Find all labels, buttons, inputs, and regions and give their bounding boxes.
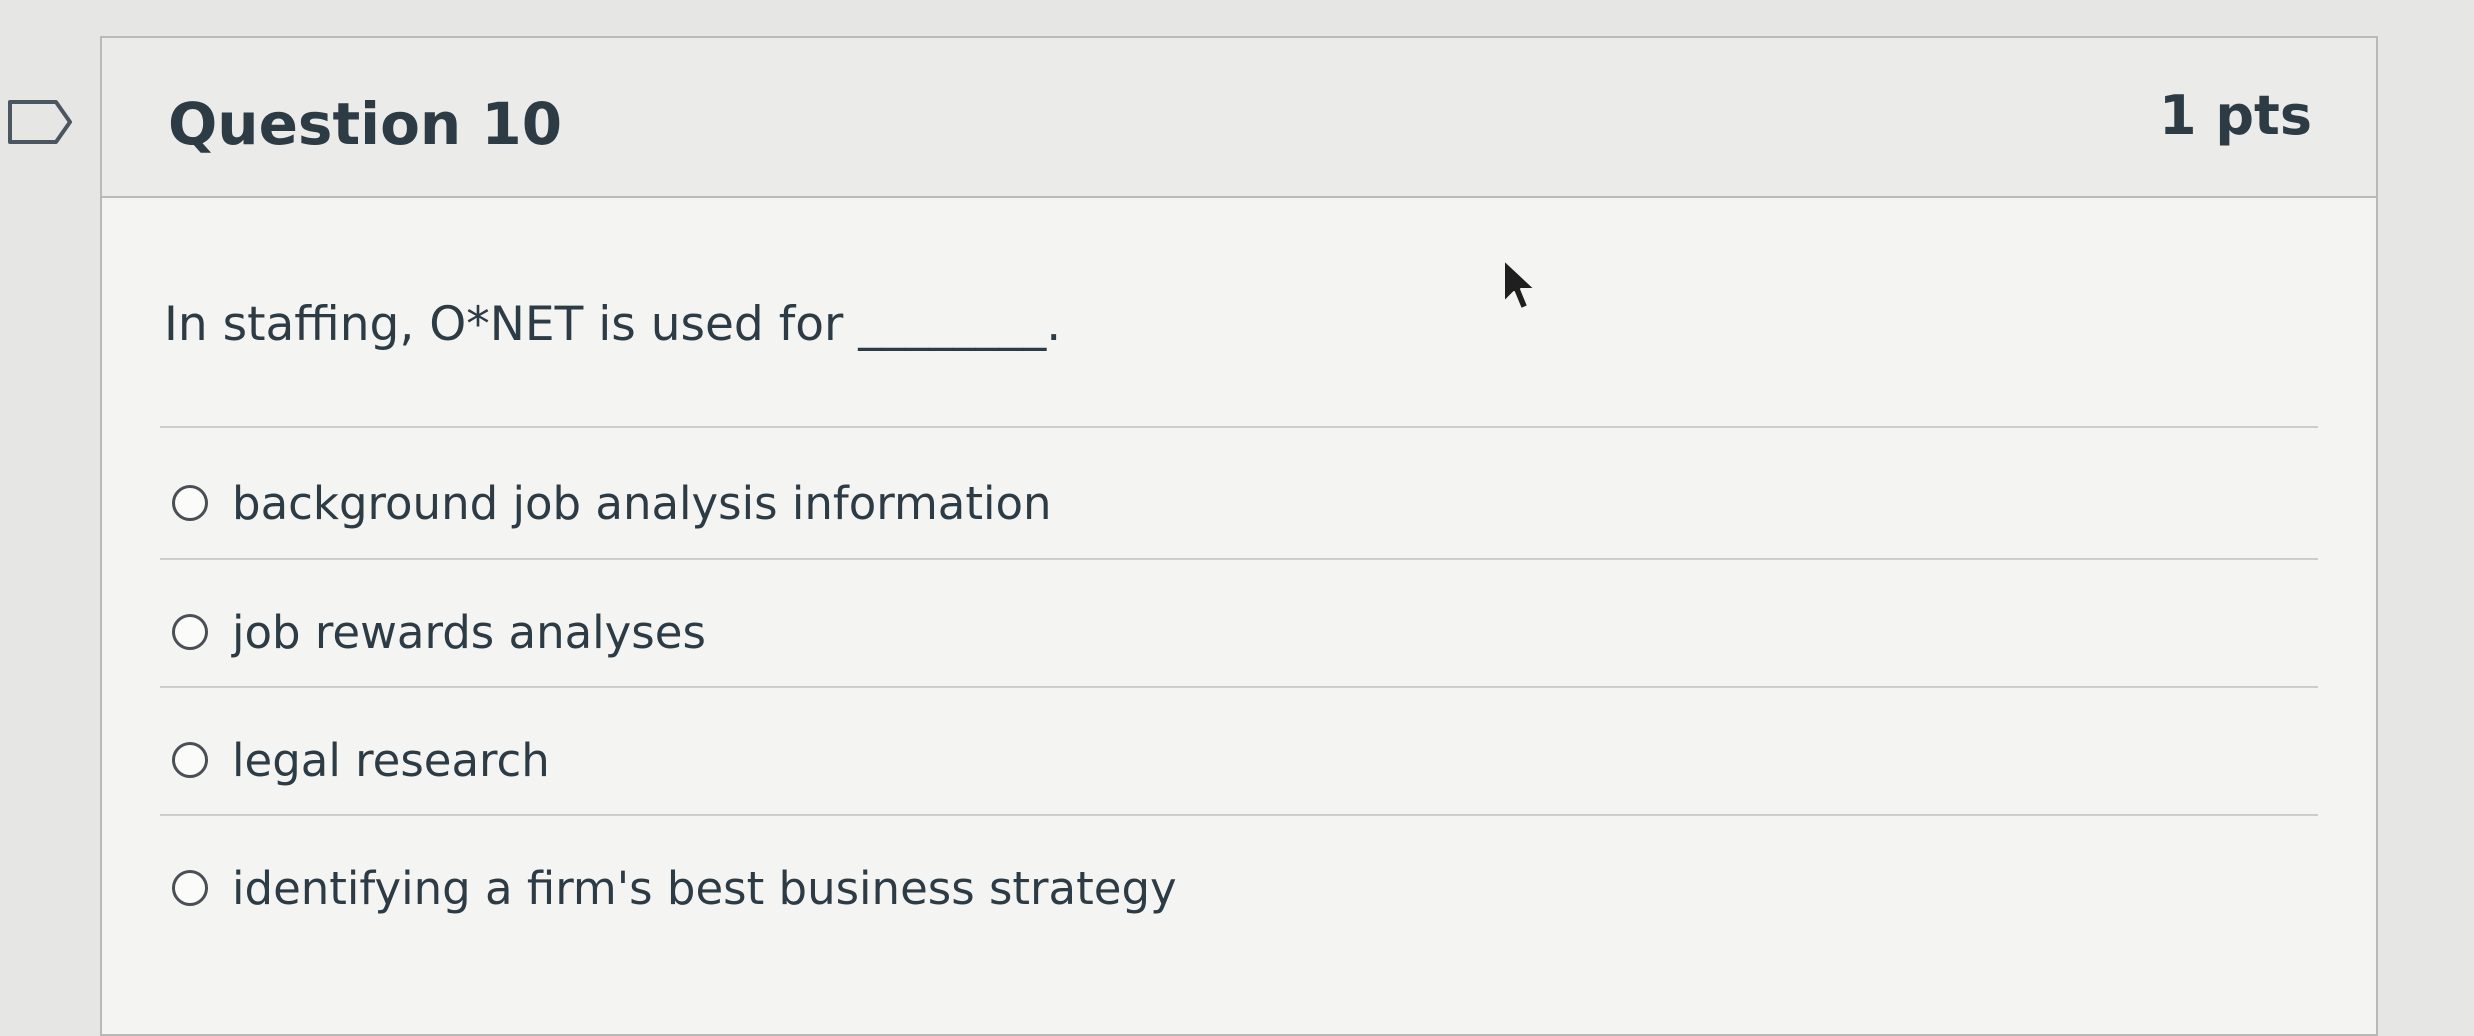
divider	[160, 426, 2318, 428]
answer-option[interactable]: identifying a firm's best business strat…	[172, 848, 1177, 928]
mouse-pointer-icon	[1503, 259, 1536, 310]
flag-question-icon[interactable]	[6, 96, 74, 148]
answer-label: identifying a firm's best business strat…	[232, 861, 1177, 915]
divider	[160, 558, 2318, 560]
answer-label: job rewards analyses	[232, 605, 706, 659]
answer-label: background job analysis information	[232, 476, 1052, 530]
question-title: Question 10	[168, 90, 563, 158]
answer-option[interactable]: job rewards analyses	[172, 592, 706, 672]
answer-option[interactable]: legal research	[172, 720, 550, 800]
divider	[160, 814, 2318, 816]
question-header: Question 10 1 pts	[102, 38, 2376, 198]
radio-button[interactable]	[172, 614, 208, 650]
question-points: 1 pts	[2159, 84, 2312, 147]
answer-label: legal research	[232, 733, 550, 787]
question-card: Question 10 1 pts In staffing, O*NET is …	[100, 36, 2378, 1036]
radio-button[interactable]	[172, 870, 208, 906]
question-text: In staffing, O*NET is used for ________.	[164, 297, 1062, 352]
radio-button[interactable]	[172, 485, 208, 521]
divider	[160, 686, 2318, 688]
answer-option[interactable]: background job analysis information	[172, 463, 1052, 543]
radio-button[interactable]	[172, 742, 208, 778]
